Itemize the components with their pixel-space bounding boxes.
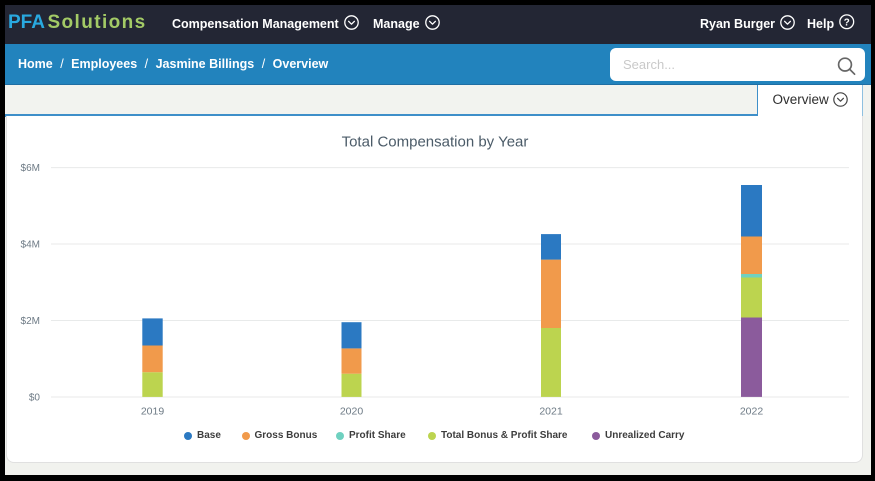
svg-text:$4M: $4M [21, 240, 40, 251]
svg-text:2022: 2022 [740, 406, 764, 418]
svg-text:$6M: $6M [21, 163, 40, 174]
svg-text:$0: $0 [29, 393, 41, 404]
svg-text:?: ? [844, 18, 850, 29]
svg-text:2021: 2021 [539, 406, 563, 418]
svg-text:Total Compensation by Year: Total Compensation by Year [342, 134, 529, 151]
svg-text:2020: 2020 [340, 406, 364, 418]
svg-text:$2M: $2M [21, 316, 40, 327]
svg-text:2019: 2019 [141, 406, 165, 418]
